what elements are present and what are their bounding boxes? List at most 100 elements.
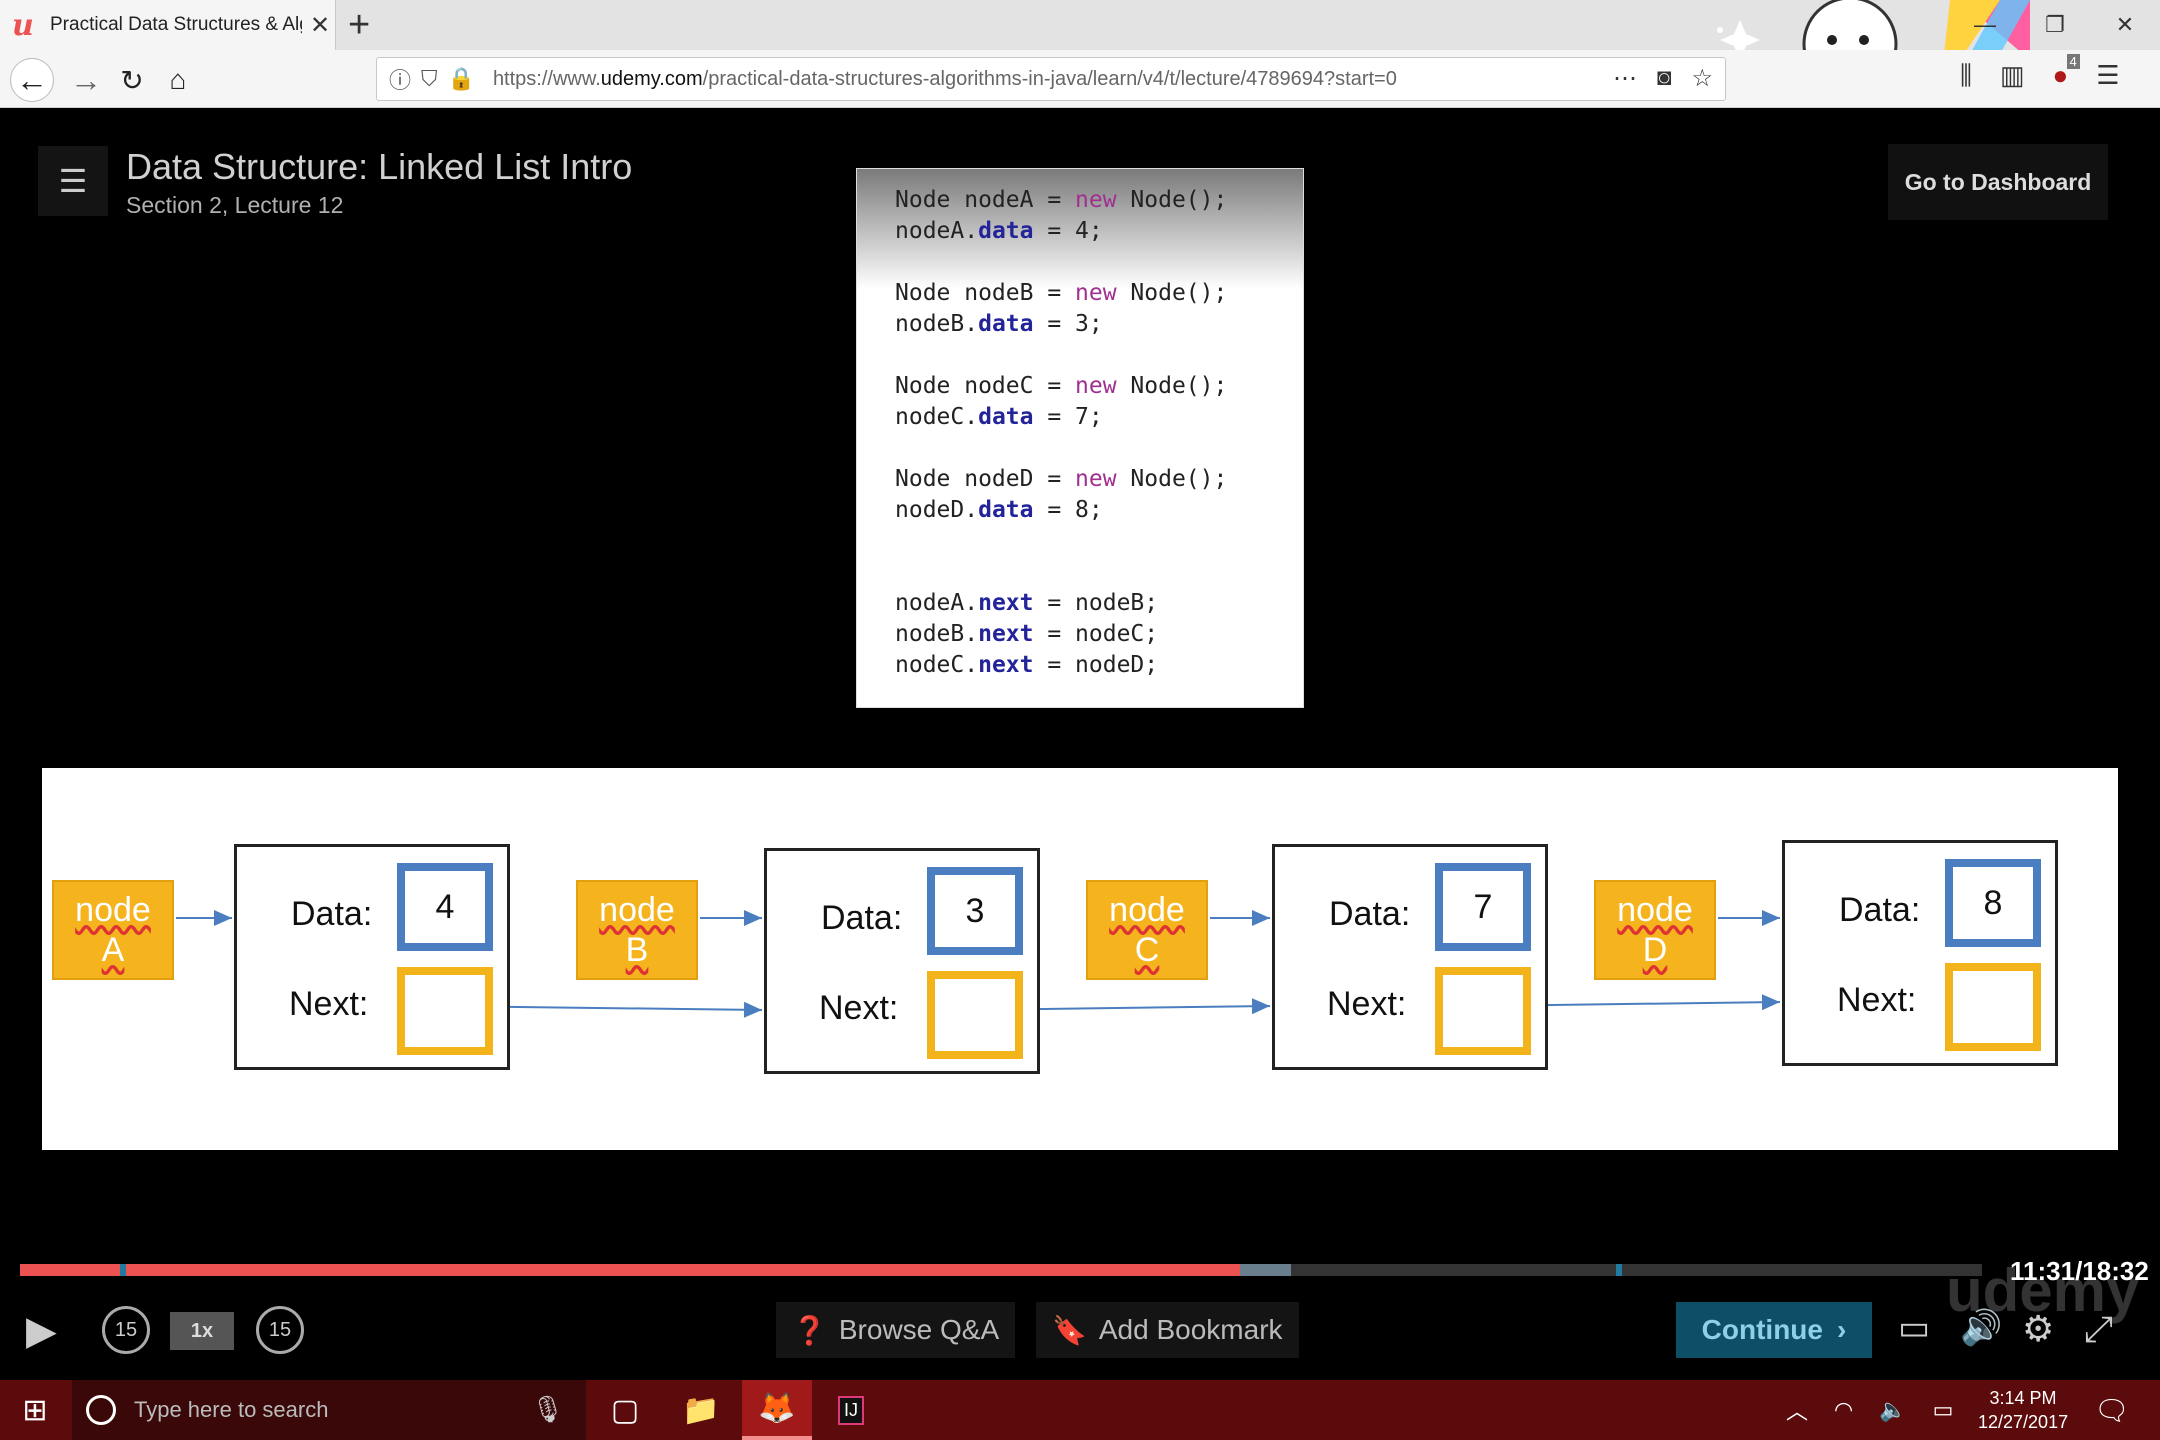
code-slide: Node nodeA = new Node(); nodeA.data = 4; N… [856, 168, 1304, 708]
code-line: nodeC.next = nodeD; [895, 652, 1159, 678]
code-line: nodeA.next = nodeB; [895, 590, 1159, 616]
code-line: nodeB.data = 3; [895, 311, 1103, 337]
show-hidden-icons-icon[interactable]: ︿ [1786, 1394, 1808, 1426]
code-lines: Node nodeA = new Node(); nodeA.data = 4; N… [895, 185, 1303, 681]
next-label: Next: [1837, 981, 1917, 1019]
address-bar[interactable]: ⓘ ⛉ 🔒 https://www.udemy.com/practical-da… [376, 57, 1726, 101]
browser-nav-bar: ← → ↻ ⌂ ⓘ ⛉ 🔒 https://www.udemy.com/prac… [0, 50, 2160, 108]
code-line: Node nodeD = new Node(); [895, 466, 1228, 492]
back-button[interactable]: ← [10, 58, 54, 102]
taskbar-clock[interactable]: 3:14 PM 12/27/2017 [1978, 1386, 2068, 1434]
code-line: nodeA.data = 4; [895, 218, 1103, 244]
intellij-icon[interactable]: IJ [816, 1380, 886, 1440]
next-pointer-box [1945, 963, 2041, 1051]
list-node: Data: Next: 4 [234, 844, 510, 1070]
next-pointer-box [1435, 967, 1531, 1055]
data-label: Data: [821, 899, 903, 937]
browser-tab[interactable]: u Practical Data Structures & Alg ✕ [0, 0, 336, 50]
minimize-icon[interactable]: — [1950, 0, 2020, 50]
wifi-icon[interactable]: ◠ [1834, 1397, 1853, 1423]
close-window-icon[interactable]: ✕ [2090, 0, 2160, 50]
continue-label: Continue [1701, 1314, 1823, 1345]
reload-button[interactable]: ↻ [110, 58, 154, 102]
node-word: node [75, 891, 151, 929]
settings-gear-icon[interactable]: ⚙ [2022, 1308, 2054, 1350]
data-label: Data: [291, 895, 373, 933]
microphone-icon[interactable]: 🎙 [531, 1394, 564, 1425]
volume-icon[interactable]: 🔊 [1960, 1308, 2002, 1348]
next-label: Next: [819, 989, 899, 1027]
playback-speed-button[interactable]: 1x [170, 1312, 234, 1350]
url-text: https://www.udemy.com/practical-data-str… [492, 67, 1397, 90]
play-icon: ▶ [26, 1309, 57, 1353]
sidebar-icon[interactable]: ▥ [2000, 60, 2025, 92]
page-actions-icon[interactable]: ⋯ [1613, 64, 1637, 93]
add-bookmark-label: Add Bookmark [1098, 1314, 1283, 1345]
data-label: Data: [1839, 891, 1921, 929]
data-label: Data: [1329, 895, 1411, 933]
data-value-box: 4 [397, 863, 493, 951]
code-line: Node nodeB = new Node(); [895, 280, 1228, 306]
clock-date: 12/27/2017 [1978, 1412, 2069, 1432]
task-view-icon[interactable]: ▢ [590, 1380, 660, 1440]
lecture-subtitle: Section 2, Lecture 12 [126, 192, 344, 218]
library-icon[interactable]: ⫼ [1960, 60, 1972, 92]
video-player[interactable]: ☰ Data Structure: Linked List Intro Sect… [0, 108, 2160, 1380]
windows-start-icon[interactable]: ⊞ [0, 1380, 70, 1440]
node-pointer-label: node D [1594, 880, 1716, 980]
notifications-icon[interactable]: 🗨 [2094, 1394, 2130, 1427]
browser-tab-bar: u Practical Data Structures & Alg ✕ + — … [0, 0, 2160, 108]
close-tab-icon[interactable]: ✕ [310, 11, 330, 40]
progress-marker [120, 1264, 126, 1276]
tracking-shield-icon[interactable]: ⛉ [421, 66, 438, 92]
list-icon: ☰ [58, 163, 88, 199]
taskbar-search-box[interactable]: Type here to search 🎙 [72, 1380, 586, 1440]
pocket-icon[interactable]: ◙ [1657, 64, 1672, 93]
ublock-addon-icon[interactable]: ● 4 [2053, 54, 2080, 92]
menu-icon[interactable]: ☰ [2096, 60, 2119, 92]
bookmark-star-icon[interactable]: ☆ [1691, 64, 1713, 93]
list-node: Data: Next: 3 [764, 848, 1040, 1074]
data-value-box: 3 [927, 867, 1023, 955]
node-letter: B [625, 931, 649, 969]
go-to-dashboard-button[interactable]: Go to Dashboard [1888, 144, 2108, 220]
forward-15-button[interactable]: 15 [256, 1306, 304, 1354]
file-explorer-icon[interactable]: 📁 [666, 1380, 736, 1440]
rewind-15-button[interactable]: 15 [102, 1306, 150, 1354]
play-button[interactable]: ▶ [26, 1308, 57, 1354]
restore-icon[interactable]: ❐ [2020, 0, 2090, 50]
fullscreen-icon[interactable]: ⤢ [2084, 1308, 2113, 1351]
node-word: node [599, 891, 675, 929]
add-bookmark-button[interactable]: 🔖 Add Bookmark [1036, 1302, 1299, 1358]
captions-icon[interactable]: ▭ [1898, 1308, 1930, 1348]
window-controls: — ❐ ✕ [1950, 0, 2160, 50]
info-icon[interactable]: ⓘ [389, 63, 411, 95]
udemy-favicon-icon: u [12, 7, 34, 43]
home-button[interactable]: ⌂ [156, 58, 200, 102]
tab-title: Practical Data Structures & Alg [50, 14, 302, 35]
curriculum-menu-button[interactable]: ☰ [38, 146, 108, 216]
firefox-icon[interactable]: 🦊 [742, 1380, 812, 1440]
browse-qa-button[interactable]: ❓ Browse Q&A [776, 1302, 1016, 1358]
node-letter: A [101, 931, 125, 969]
progress-bar[interactable] [20, 1264, 1982, 1276]
forward-button[interactable]: → [64, 58, 108, 102]
data-value-box: 7 [1435, 863, 1531, 951]
code-line: nodeD.data = 8; [895, 497, 1103, 523]
code-line: Node nodeC = new Node(); [895, 373, 1228, 399]
new-tab-button[interactable]: + [348, 4, 370, 47]
battery-icon[interactable]: ▭ [1933, 1397, 1954, 1423]
lock-icon[interactable]: 🔒 [448, 66, 475, 92]
progress-played [20, 1264, 1241, 1276]
next-label: Next: [1327, 985, 1407, 1023]
code-line: Node nodeA = new Node(); [895, 187, 1228, 213]
list-node: Data: Next: 8 [1782, 840, 2058, 1066]
speaker-icon[interactable]: 🔈 [1879, 1397, 1906, 1423]
continue-button[interactable]: Continue › [1676, 1302, 1872, 1358]
clock-time: 3:14 PM [1989, 1388, 2057, 1408]
progress-marker [1616, 1264, 1622, 1276]
code-line: nodeB.next = nodeC; [895, 621, 1159, 647]
question-icon: ❓ [792, 1314, 827, 1346]
